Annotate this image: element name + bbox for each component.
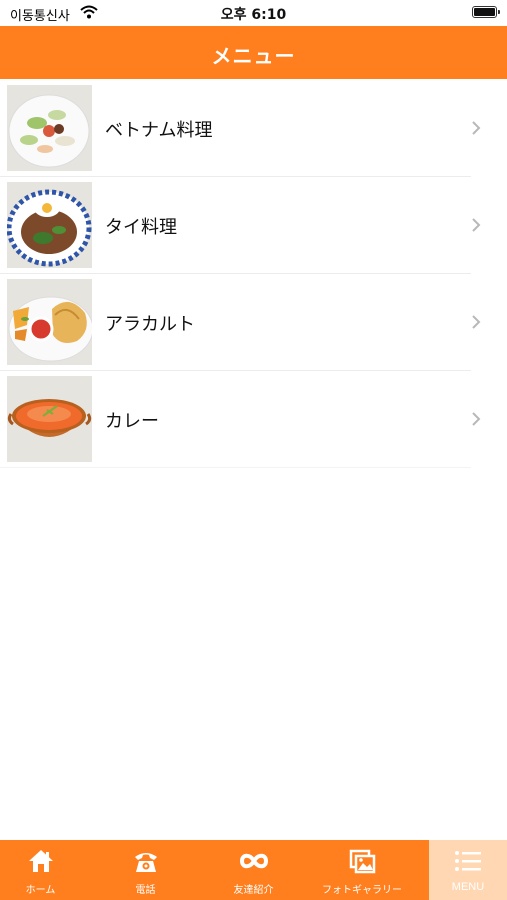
tab-friend-referral[interactable]: 友達紹介 [212,840,295,900]
menu-item-thai[interactable]: タイ料理 [0,177,481,274]
menu-icon [455,851,481,871]
phone-icon [134,853,157,872]
page-title: メニュー [211,44,296,68]
home-icon [28,850,53,872]
photo-gallery-icon [349,849,376,874]
menu-item-a-la-carte[interactable]: アラカルト [0,274,481,371]
tab-label: フォトギャラリー [322,885,402,896]
menu-list: ベトナム料理 タイ料理 アラカルト カレー [0,80,507,468]
nav-bar: メニュー [0,26,507,79]
tab-label: MENU [451,881,485,893]
tab-home[interactable]: ホーム [0,840,81,900]
vietnamese-dish-photo [7,85,92,171]
menu-item-label: アラカルト [105,314,195,335]
tab-label: ホーム [25,885,56,896]
tab-menu[interactable]: MENU [429,840,507,900]
status-time: 오후 6:10 [220,7,287,23]
menu-item-label: ベトナム料理 [105,120,213,141]
menu-item-curry[interactable]: カレー [0,371,481,468]
menu-item-label: カレー [105,411,159,432]
tab-label: 友達紹介 [233,885,274,896]
chevron-right-icon [472,315,481,329]
a-la-carte-photo [7,279,92,365]
tab-bar: ホーム 電話 友達紹介 フォトギャラリー MENU [0,840,507,900]
curry-photo [7,376,92,462]
infinity-icon [239,853,268,869]
tab-photo-gallery[interactable]: フォトギャラリー [316,840,408,900]
chevron-right-icon [472,412,481,426]
tab-label: 電話 [135,885,156,896]
thai-dish-photo [7,182,92,268]
menu-item-vietnamese[interactable]: ベトナム料理 [0,80,481,177]
menu-item-label: タイ料理 [105,217,177,238]
status-bar: 이동통신사 오후 6:10 [0,0,507,26]
chevron-right-icon [472,121,481,135]
tab-phone[interactable]: 電話 [105,840,186,900]
battery-icon [472,6,500,18]
chevron-right-icon [472,218,481,232]
